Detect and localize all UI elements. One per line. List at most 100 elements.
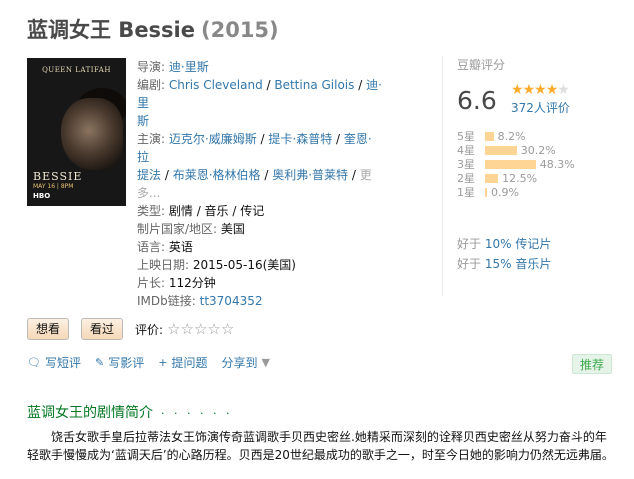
writer-link[interactable]: Chris Cleveland — [169, 78, 263, 92]
release-label: 上映日期: — [137, 258, 190, 272]
recommend-button[interactable]: 推荐 — [572, 354, 612, 374]
page-title: 蓝调女王 Bessie (2015) — [27, 14, 279, 44]
runtime-row: 片长: 112分钟 — [137, 274, 382, 292]
rating-bar-fill — [485, 173, 499, 183]
director-label: 导演: — [137, 60, 166, 74]
better-than-row: 好于 15% 音乐片 — [457, 254, 551, 274]
better-prefix: 好于 — [457, 237, 482, 251]
genre-label: 类型: — [137, 204, 166, 218]
director-row: 导演: 迪·里斯 — [137, 58, 382, 76]
write-short-review-label: 写短评 — [44, 356, 81, 370]
half-star-icon: ★ — [545, 82, 559, 98]
empty-star-icon: ★ — [557, 82, 570, 98]
rating-stars: ★★★★★ — [511, 82, 570, 98]
release-row: 上映日期: 2015-05-16(美国) — [137, 256, 382, 274]
share-label: 分享到 — [221, 356, 258, 370]
rating-bar-pct: 48.3% — [539, 157, 575, 171]
rating-bar-fill — [485, 131, 494, 141]
want-to-watch-button[interactable]: 想看 — [27, 318, 70, 340]
writer-link-cont[interactable]: 斯 — [137, 114, 149, 128]
movie-info: 导演: 迪·里斯 编剧: Chris Cleveland / Bettina G… — [137, 58, 382, 310]
star-icon: ★ — [522, 82, 536, 98]
release-value: 2015-05-16(美国) — [192, 258, 296, 272]
country-value: 美国 — [220, 222, 245, 236]
synopsis-title-dots: · · · · · · — [161, 407, 233, 420]
rating-score: 6.6 — [457, 86, 497, 115]
plus-icon: + — [158, 356, 168, 369]
rating-header: 豆瓣评分 — [457, 58, 506, 72]
ask-question-label: 提问题 — [171, 356, 208, 370]
runtime-value: 112分钟 — [168, 276, 216, 290]
action-bar: 想看 看过 评价: ☆☆☆☆☆ — [27, 318, 234, 340]
movie-poster[interactable]: QUEEN LATIFAH BESSIE MAY 16 | 8PM HBO — [27, 58, 126, 206]
better-than-row: 好于 10% 传记片 — [457, 234, 551, 254]
pencil-icon: ✎ — [94, 356, 105, 369]
better-prefix: 好于 — [457, 257, 482, 271]
cast-link[interactable]: 提法 — [137, 168, 161, 182]
rating-bar-pct: 12.5% — [502, 171, 538, 185]
writer-row: 编剧: Chris Cleveland / Bettina Gilois / 迪… — [137, 78, 382, 128]
rating-bar-fill — [485, 145, 517, 155]
cast-link[interactable]: 奥利弗·普莱特 — [272, 168, 348, 182]
rating-bar-row: 4星 30.2% — [457, 143, 575, 158]
genre-value: 剧情 / 音乐 / 传记 — [168, 204, 265, 218]
cast-link[interactable]: 迈克尔·威廉姆斯 — [169, 132, 257, 146]
writer-link[interactable]: Bettina Gilois — [274, 78, 354, 92]
comment-icon: 🗨 — [27, 356, 41, 369]
imdb-label: IMDb链接: — [137, 294, 196, 308]
write-review-label: 写影评 — [108, 356, 145, 370]
language-value: 英语 — [168, 240, 193, 254]
genre-row: 类型: 剧情 / 音乐 / 传记 — [137, 202, 382, 220]
language-row: 语言: 英语 — [137, 238, 382, 256]
runtime-label: 片长: — [137, 276, 166, 290]
star-icon: ★ — [511, 82, 524, 98]
ask-question-link[interactable]: + 提问题 — [158, 354, 207, 371]
rating-bar-row: 3星 48.3% — [457, 157, 575, 172]
poster-top-text: QUEEN LATIFAH — [42, 66, 111, 74]
share-dropdown[interactable]: 分享到 ▼ — [221, 354, 273, 371]
rating-bar-pct: 0.9% — [491, 185, 519, 199]
write-short-review-link[interactable]: 🗨 写短评 — [27, 354, 81, 371]
rating-bar-row: 1星 0.9% — [457, 185, 575, 200]
cast-label: 主演: — [137, 132, 166, 146]
writer-label: 编剧: — [137, 78, 166, 92]
poster-network-text: HBO — [33, 192, 51, 200]
movie-title: 蓝调女王 Bessie — [27, 18, 195, 42]
synopsis-text: 饶舌女歌手皇后拉蒂法女王饰演传奇蓝调歌手贝西史密丝.她精采而深刻的诠释贝西史密丝… — [27, 430, 614, 462]
poster-date-text: MAY 16 | 8PM — [33, 183, 74, 190]
write-review-link[interactable]: ✎ 写影评 — [95, 354, 144, 371]
better-than-link[interactable]: 15% 音乐片 — [485, 257, 552, 271]
director-link[interactable]: 迪·里斯 — [169, 60, 209, 74]
synopsis-title: 蓝调女王的剧情简介 · · · · · · — [27, 402, 232, 422]
movie-year: (2015) — [201, 18, 279, 42]
country-label: 制片国家/地区: — [137, 222, 218, 236]
rating-bar-fill — [485, 187, 487, 197]
chevron-down-icon: ▼ — [261, 356, 270, 369]
votes-link[interactable]: 372人评价 — [511, 99, 570, 116]
rate-stars-input[interactable]: ☆☆☆☆☆ — [167, 320, 234, 338]
rating-panel: 豆瓣评分 6.6 ★★★★★ 372人评价 5星 8.2% 4星 30.2% 3… — [442, 56, 602, 296]
better-than-link[interactable]: 10% 传记片 — [485, 237, 552, 251]
rating-bar-pct: 30.2% — [520, 143, 556, 157]
country-row: 制片国家/地区: 美国 — [137, 220, 382, 238]
poster-face-shape — [61, 98, 123, 170]
rating-bar-pct: 8.2% — [497, 129, 526, 143]
rating-distribution: 5星 8.2% 4星 30.2% 3星 48.3% 2星 12.5% 1星 0.… — [457, 129, 575, 200]
synopsis-title-text: 蓝调女王的剧情简介 — [27, 405, 153, 421]
cast-link[interactable]: 布莱恩·格林伯格 — [173, 168, 261, 182]
rating-bar-row: 2星 12.5% — [457, 171, 575, 186]
cast-link[interactable]: 提卡·森普特 — [268, 132, 332, 146]
poster-name-text: BESSIE — [33, 170, 83, 183]
watched-button[interactable]: 看过 — [81, 318, 124, 340]
rating-bar-row: 5星 8.2% — [457, 129, 575, 144]
better-than: 好于 10% 传记片 好于 15% 音乐片 — [457, 234, 551, 274]
imdb-link[interactable]: tt3704352 — [200, 294, 263, 308]
star-icon: ★ — [534, 82, 547, 98]
rate-label: 评价: — [135, 322, 164, 337]
rating-bar-fill — [485, 159, 536, 169]
imdb-row: IMDb链接: tt3704352 — [137, 292, 382, 310]
cast-row: 主演: 迈克尔·威廉姆斯 / 提卡·森普特 / 奎恩·拉 提法 / 布莱恩·格林… — [137, 132, 372, 200]
action-links: 🗨 写短评 ✎ 写影评 + 提问题 分享到 ▼ — [27, 354, 288, 371]
rating-bar-label: 1星 — [457, 186, 475, 199]
language-label: 语言: — [137, 240, 166, 254]
